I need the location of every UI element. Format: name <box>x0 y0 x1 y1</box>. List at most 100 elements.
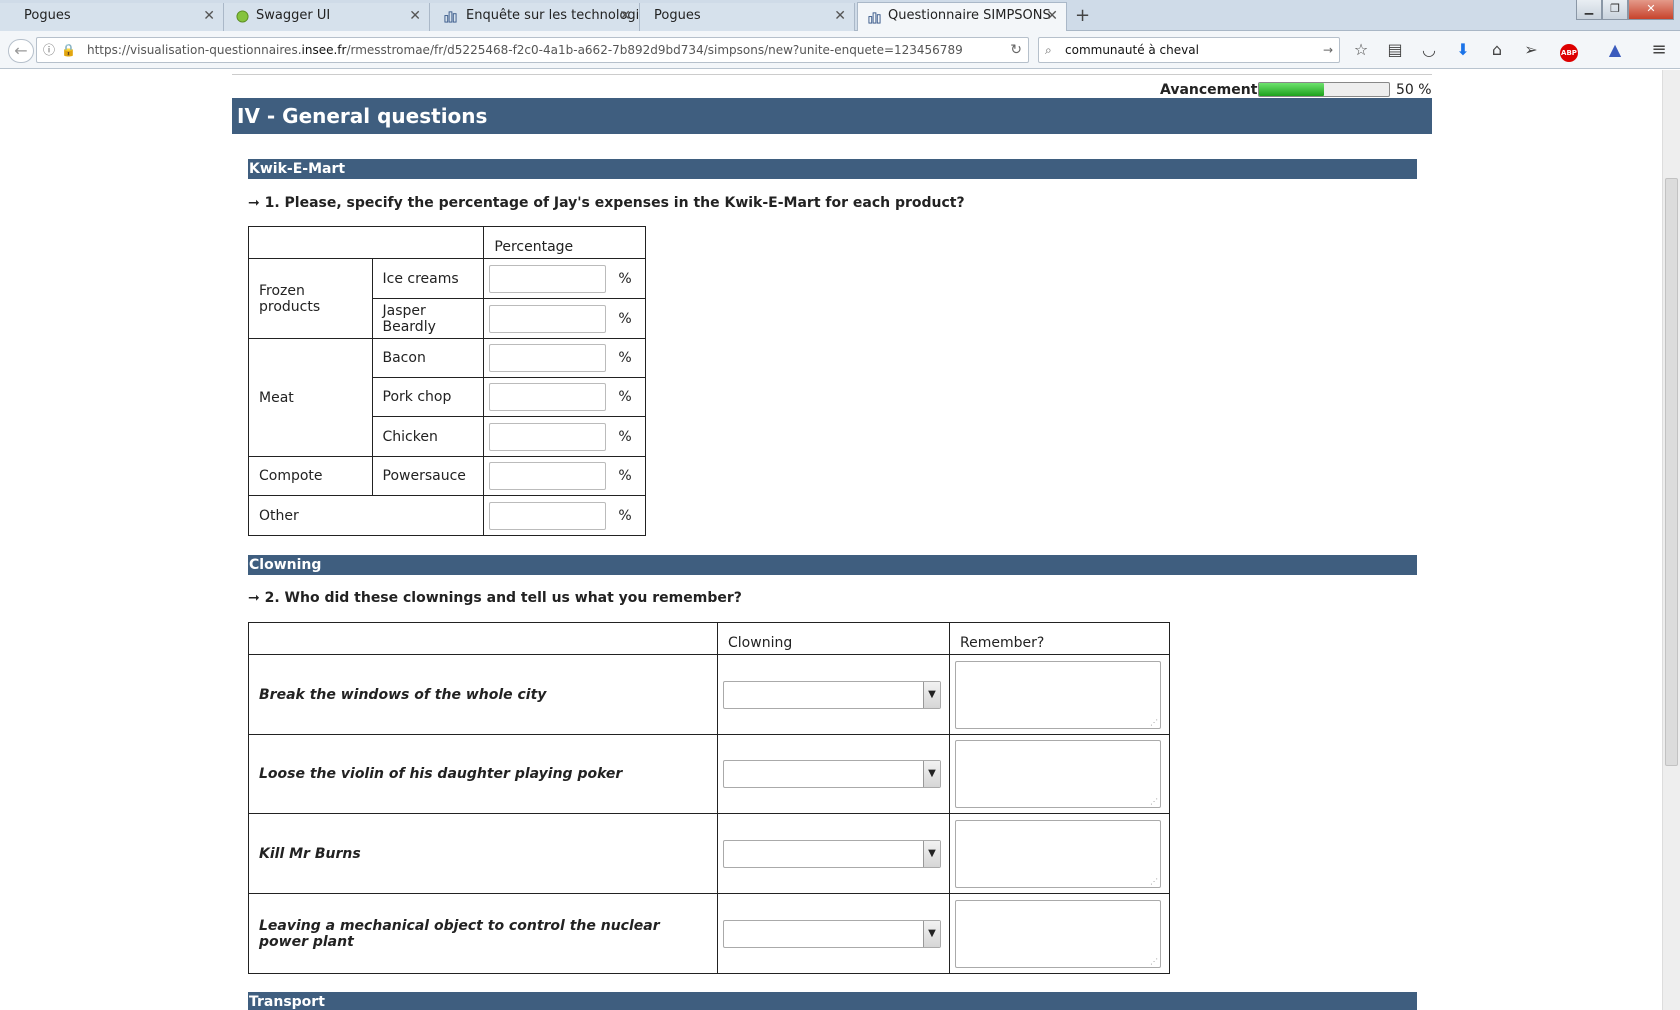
tab-label: Pogues <box>24 8 71 23</box>
clowning-select[interactable]: ▼ <box>723 760 942 788</box>
adblock-icon[interactable]: ABP <box>1556 40 1582 62</box>
send-icon[interactable]: ➢ <box>1520 40 1542 60</box>
tab-close-icon[interactable]: ✕ <box>619 3 631 29</box>
item-label-bacon: Bacon <box>371 338 485 378</box>
browser-tab[interactable]: Enquête sur les technologi... ✕ <box>430 3 640 31</box>
url-prefix: https://visualisation-questionnaires. <box>87 43 302 57</box>
search-icon: ⌕ <box>1045 43 1052 57</box>
remember-cell: ⋰ <box>949 734 1170 814</box>
tab-close-icon[interactable]: ✕ <box>1046 3 1058 29</box>
resize-grip-icon[interactable]: ⋰ <box>1150 877 1158 886</box>
clowning-row-label: Kill Mr Burns <box>247 813 719 894</box>
percentage-input-bacon[interactable] <box>489 344 607 372</box>
unit-label: % <box>618 389 632 405</box>
browser-tab[interactable]: Swagger UI ✕ <box>224 3 430 31</box>
scrollbar-thumb[interactable] <box>1665 178 1678 766</box>
remember-textarea[interactable]: ⋰ <box>955 819 1161 888</box>
search-value: communauté à cheval <box>1065 43 1199 57</box>
tab-label: Swagger UI <box>256 8 331 23</box>
back-icon[interactable]: ← <box>8 39 34 63</box>
maximize-icon[interactable]: ❐ <box>1602 0 1628 20</box>
chevron-down-icon[interactable]: ▼ <box>923 761 941 787</box>
clowning-cell: ▼ <box>717 654 950 735</box>
unit-label: % <box>618 468 632 484</box>
chevron-down-icon[interactable]: ▼ <box>923 840 941 867</box>
percentage-table: Percentage Frozen products Ice creams % … <box>247 226 646 536</box>
cell-chicken: % <box>483 416 646 457</box>
chevron-down-icon[interactable]: ▼ <box>923 681 941 708</box>
column-header-remember: Remember? <box>949 622 1170 655</box>
clowning-cell: ▼ <box>717 813 950 894</box>
lock-icon: 🔒 <box>61 43 76 57</box>
info-icon[interactable]: ⓘ <box>43 38 55 62</box>
percentage-input-ice-creams[interactable] <box>489 264 607 293</box>
remember-textarea[interactable]: ⋰ <box>955 660 1161 729</box>
clowning-row-label: Loose the violin of his daughter playing… <box>247 734 719 814</box>
chevron-down-icon[interactable]: ▼ <box>923 920 941 947</box>
group-label-compote: Compote <box>248 456 373 496</box>
url-domain: insee.fr <box>301 43 347 57</box>
column-header-clowning: Clowning <box>717 622 950 655</box>
minimize-icon[interactable]: ▁ <box>1576 0 1602 20</box>
percentage-input-chicken[interactable] <box>489 422 607 451</box>
clowning-cell: ▼ <box>717 734 950 814</box>
tab-close-icon[interactable]: ✕ <box>834 3 846 29</box>
remember-textarea[interactable]: ⋰ <box>955 740 1161 808</box>
search-input[interactable]: ⌕ communauté à cheval → <box>1038 37 1340 63</box>
tab-label: Pogues <box>654 8 701 23</box>
unit-label: % <box>618 507 632 524</box>
clowning-select[interactable]: ▼ <box>723 839 942 868</box>
clowning-select[interactable]: ▼ <box>723 919 942 948</box>
subsection-heading-clowning: Clowning <box>248 555 1417 575</box>
group-label-frozen: Frozen products <box>248 258 373 339</box>
resize-grip-icon[interactable]: ⋰ <box>1150 957 1158 966</box>
item-label-jasper: Jasper Beardly <box>371 298 485 339</box>
remember-textarea[interactable]: ⋰ <box>955 899 1161 968</box>
new-tab-icon[interactable]: + <box>1075 3 1090 29</box>
unit-label: % <box>618 350 632 366</box>
tab-close-icon[interactable]: ✕ <box>203 3 215 29</box>
clowning-row-label: Leaving a mechanical object to control t… <box>247 893 719 974</box>
vertical-scrollbar[interactable] <box>1662 70 1680 1010</box>
percentage-input-powersauce[interactable] <box>489 462 607 490</box>
tab-label: Enquête sur les technologi... <box>466 8 640 23</box>
download-icon[interactable]: ⬇ <box>1452 40 1474 60</box>
percentage-input-other[interactable] <box>489 501 607 530</box>
remember-cell: ⋰ <box>949 813 1170 894</box>
search-go-icon[interactable]: → <box>1323 38 1333 62</box>
subsection-heading-kwik: Kwik-E-Mart <box>248 159 1417 179</box>
chart-favicon-icon <box>868 12 881 24</box>
browser-tab-active[interactable]: Questionnaire SIMPSONS ✕ <box>857 2 1067 32</box>
percentage-input-pork[interactable] <box>489 383 607 411</box>
extension-icon[interactable]: ▲ <box>1604 40 1626 60</box>
resize-grip-icon[interactable]: ⋰ <box>1150 797 1158 806</box>
percentage-input-jasper[interactable] <box>489 304 607 333</box>
item-label-pork: Pork chop <box>371 377 485 417</box>
reload-icon[interactable]: ↻ <box>1010 38 1022 62</box>
menu-icon[interactable]: ≡ <box>1648 40 1670 60</box>
home-icon[interactable]: ⌂ <box>1486 40 1508 60</box>
bookmark-star-icon[interactable]: ☆ <box>1350 40 1372 60</box>
clowning-table: Clowning Remember? Break the windows of … <box>247 622 1170 974</box>
item-label-ice-creams: Ice creams <box>371 258 485 299</box>
cell-pork: % <box>483 377 646 417</box>
progress-fill <box>1259 83 1324 96</box>
url-bar[interactable]: ⓘ 🔒 https://visualisation-questionnaires… <box>36 37 1029 63</box>
progress-percent: 50 % <box>1396 82 1432 98</box>
pocket-icon[interactable]: ◡ <box>1418 40 1440 60</box>
cell-ice-creams: % <box>483 258 646 299</box>
clowning-row-label: Break the windows of the whole city <box>247 654 719 735</box>
browser-navbar: ← ⓘ 🔒 https://visualisation-questionnair… <box>0 31 1680 69</box>
tab-close-icon[interactable]: ✕ <box>409 3 421 29</box>
browser-tab[interactable]: Pogues ✕ <box>0 3 224 31</box>
resize-grip-icon[interactable]: ⋰ <box>1150 718 1158 727</box>
item-label-powersauce: Powersauce <box>371 456 485 496</box>
close-window-icon[interactable]: ✕ <box>1628 0 1674 20</box>
browser-tab[interactable]: Pogues ✕ <box>640 3 855 31</box>
progress-label: Avancement <box>1160 82 1258 98</box>
clowning-select[interactable]: ▼ <box>723 680 942 709</box>
reading-list-icon[interactable]: ▤ <box>1384 40 1406 60</box>
remember-cell: ⋰ <box>949 654 1170 735</box>
clowning-cell: ▼ <box>717 893 950 974</box>
subsection-heading-transport: Transport <box>248 992 1417 1010</box>
